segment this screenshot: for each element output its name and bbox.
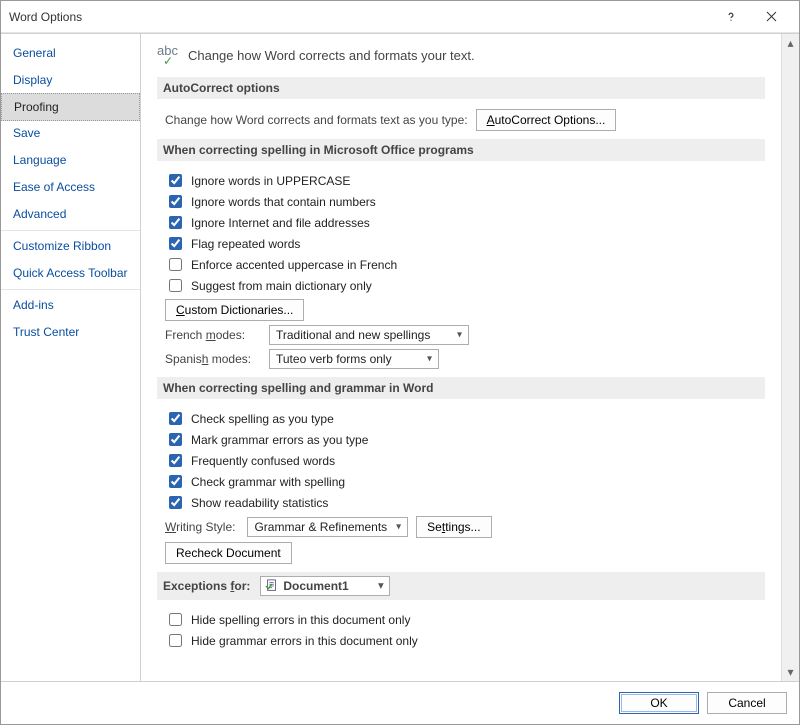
sidebar-item-proofing[interactable]: Proofing xyxy=(1,93,140,121)
chk-freq-confused[interactable]: Frequently confused words xyxy=(165,451,765,470)
chk-check-spelling[interactable]: Check spelling as you type xyxy=(165,409,765,428)
chk-enforce-french[interactable]: Enforce accented uppercase in French xyxy=(165,255,765,274)
sidebar-item-customize-ribbon[interactable]: Customize Ribbon xyxy=(1,233,140,260)
sidebar-separator xyxy=(1,289,140,290)
section-word-spelling: When correcting spelling and grammar in … xyxy=(157,377,765,399)
exceptions-doc-select[interactable]: Document1 xyxy=(260,576,390,596)
content-pane[interactable]: abc ✓ Change how Word corrects and forma… xyxy=(141,34,781,681)
chk-ignore-internet[interactable]: Ignore Internet and file addresses xyxy=(165,213,765,232)
close-button[interactable] xyxy=(751,3,791,31)
recheck-document-button[interactable]: Recheck Document xyxy=(165,542,292,564)
spanish-modes-select[interactable]: Tuteo verb forms only xyxy=(269,349,439,369)
sidebar-item-ease-of-access[interactable]: Ease of Access xyxy=(1,174,140,201)
sidebar-item-quick-access-toolbar[interactable]: Quick Access Toolbar xyxy=(1,260,140,287)
chk-hide-grammar[interactable]: Hide grammar errors in this document onl… xyxy=(165,631,765,650)
sidebar-item-language[interactable]: Language xyxy=(1,147,140,174)
window-title: Word Options xyxy=(9,10,711,24)
autocorrect-caption: Change how Word corrects and formats tex… xyxy=(165,113,468,127)
autocorrect-options-button[interactable]: AutoCorrect Options... xyxy=(476,109,617,131)
chk-main-dictionary[interactable]: Suggest from main dictionary only xyxy=(165,276,765,295)
word-options-dialog: Word Options General Display Proofing Sa… xyxy=(0,0,800,725)
sidebar-item-trust-center[interactable]: Trust Center xyxy=(1,319,140,346)
chk-hide-spelling[interactable]: Hide spelling errors in this document on… xyxy=(165,610,765,629)
writing-style-select[interactable]: Grammar & Refinements xyxy=(247,517,408,537)
scroll-track[interactable] xyxy=(782,52,799,663)
scroll-up-icon[interactable]: ▴ xyxy=(782,34,799,52)
page-heading: Change how Word corrects and formats you… xyxy=(188,48,475,63)
help-button[interactable] xyxy=(711,3,751,31)
sidebar-item-display[interactable]: Display xyxy=(1,67,140,94)
chk-readability[interactable]: Show readability statistics xyxy=(165,493,765,512)
dialog-footer: OK Cancel xyxy=(1,681,799,724)
settings-button[interactable]: Settings... xyxy=(416,516,491,538)
writing-style-label: Writing Style: xyxy=(165,520,235,534)
cancel-button[interactable]: Cancel xyxy=(707,692,787,714)
chk-flag-repeated[interactable]: Flag repeated words xyxy=(165,234,765,253)
custom-dictionaries-button[interactable]: Custom Dictionaries... xyxy=(165,299,304,321)
sidebar-separator xyxy=(1,230,140,231)
sidebar-item-save[interactable]: Save xyxy=(1,120,140,147)
close-icon xyxy=(766,11,777,22)
sidebar-item-advanced[interactable]: Advanced xyxy=(1,201,140,228)
page-header: abc ✓ Change how Word corrects and forma… xyxy=(157,44,765,67)
titlebar: Word Options xyxy=(1,1,799,33)
section-autocorrect: AutoCorrect options xyxy=(157,77,765,99)
french-modes-select[interactable]: Traditional and new spellings xyxy=(269,325,469,345)
proofing-icon: abc ✓ xyxy=(157,44,178,67)
exceptions-label: Exceptions for: xyxy=(163,579,250,593)
spanish-modes-label: Spanish modes: xyxy=(165,352,257,366)
scroll-down-icon[interactable]: ▾ xyxy=(782,663,799,681)
document-icon xyxy=(265,579,279,593)
chk-mark-grammar[interactable]: Mark grammar errors as you type xyxy=(165,430,765,449)
chk-ignore-uppercase[interactable]: Ignore words in UPPERCASE xyxy=(165,171,765,190)
content-wrap: abc ✓ Change how Word corrects and forma… xyxy=(141,34,799,681)
dialog-body: General Display Proofing Save Language E… xyxy=(1,33,799,681)
section-office-spelling: When correcting spelling in Microsoft Of… xyxy=(157,139,765,161)
chk-grammar-spelling[interactable]: Check grammar with spelling xyxy=(165,472,765,491)
sidebar-item-general[interactable]: General xyxy=(1,40,140,67)
section-exceptions: Exceptions for: Document1 xyxy=(157,572,765,600)
french-modes-label: French modes: xyxy=(165,328,257,342)
ok-button[interactable]: OK xyxy=(619,692,699,714)
sidebar-item-add-ins[interactable]: Add-ins xyxy=(1,292,140,319)
scrollbar[interactable]: ▴ ▾ xyxy=(781,34,799,681)
help-icon xyxy=(725,11,737,23)
chk-ignore-numbers[interactable]: Ignore words that contain numbers xyxy=(165,192,765,211)
sidebar: General Display Proofing Save Language E… xyxy=(1,34,141,681)
